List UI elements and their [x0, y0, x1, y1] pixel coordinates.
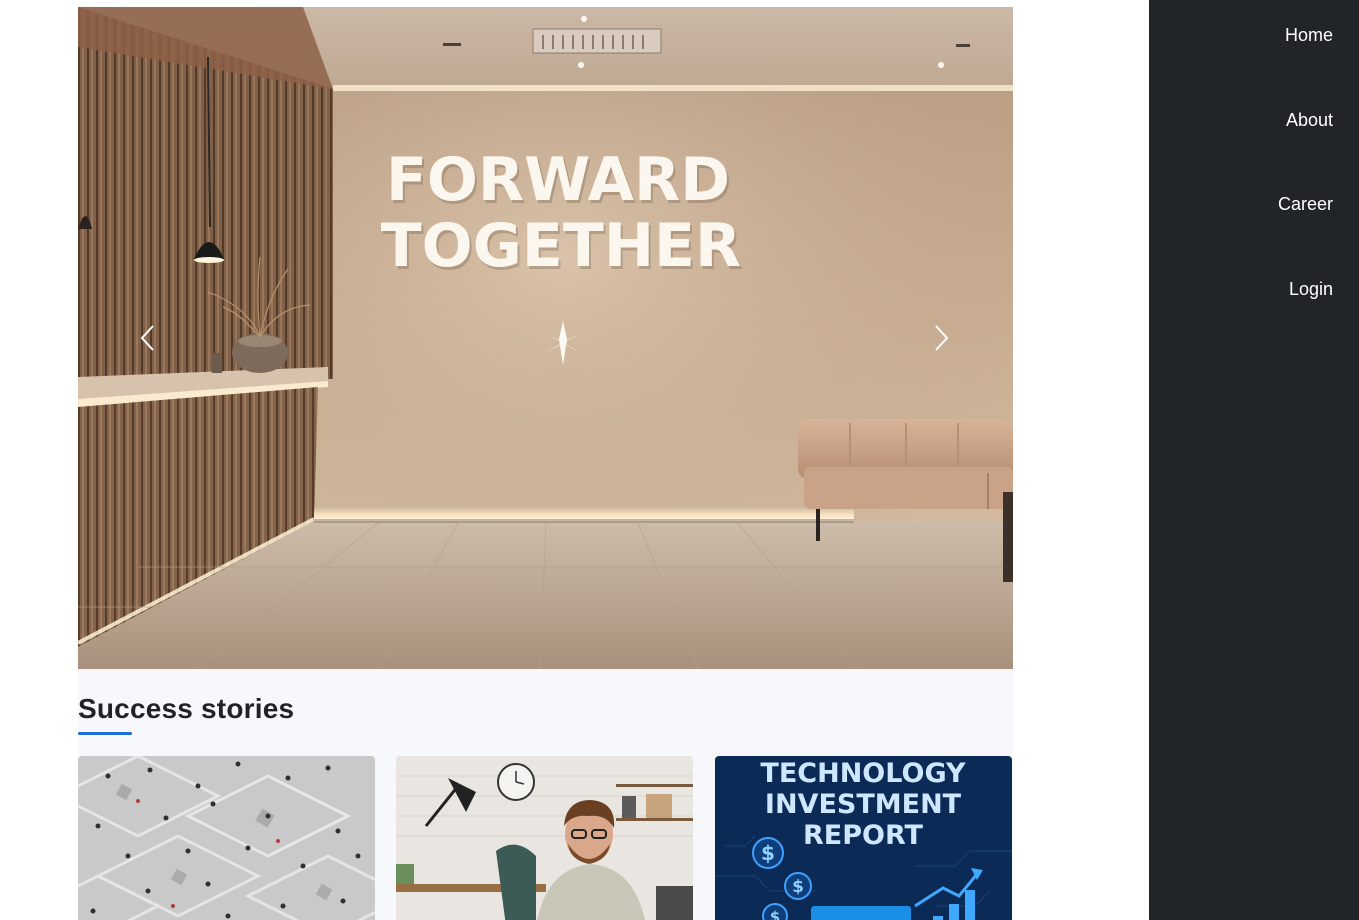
page: FORWARD FORWARD TOGETHER TOGETHER Succes… [0, 0, 1359, 920]
report-line-1: TECHNOLOGY [760, 758, 966, 789]
chevron-right-icon [935, 325, 949, 351]
man-working-image [396, 756, 693, 920]
story-card-man-at-desk[interactable] [396, 756, 693, 920]
success-stories-section: Success stories TECHNOLOGY INVESTMENT RE… [78, 669, 1013, 920]
nav-item-about[interactable]: About [1286, 109, 1333, 131]
crowd-plaza-image [78, 756, 375, 920]
carousel-prev-button[interactable] [118, 313, 178, 363]
technology-investment-report-image: TECHNOLOGY INVESTMENT REPORT $ $ $ [715, 756, 1012, 920]
hero-carousel: FORWARD FORWARD TOGETHER TOGETHER [78, 7, 1013, 669]
title-underline [78, 732, 132, 735]
svg-text:$: $ [761, 841, 775, 865]
story-card-tech-report[interactable]: TECHNOLOGY INVESTMENT REPORT $ $ $ [715, 756, 1012, 920]
sign-line-forward: FORWARD [386, 145, 730, 215]
carousel-next-button[interactable] [911, 313, 971, 363]
svg-text:$: $ [792, 877, 804, 897]
dollar-coin-icon: $ [762, 903, 788, 920]
chevron-left-icon [140, 325, 154, 351]
dollar-coin-icon: $ [752, 837, 784, 869]
nav-item-career[interactable]: Career [1278, 193, 1333, 215]
svg-text:$: $ [770, 908, 780, 920]
section-title: Success stories [78, 693, 295, 724]
dollar-coin-icon: $ [784, 872, 812, 900]
sidebar-nav: Home About Career Login [1149, 0, 1359, 920]
report-line-3: REPORT [803, 820, 924, 851]
hero-slide-image: FORWARD FORWARD TOGETHER TOGETHER [78, 7, 1013, 669]
sign-line-together: TOGETHER [381, 211, 742, 281]
story-card-crowd[interactable] [78, 756, 375, 920]
nav-item-home[interactable]: Home [1285, 24, 1333, 46]
nav-item-login[interactable]: Login [1289, 278, 1333, 300]
report-line-2: INVESTMENT [765, 789, 962, 820]
